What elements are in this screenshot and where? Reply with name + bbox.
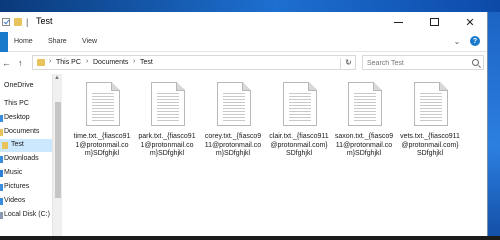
file-item[interactable]: corey.txt._{fiasco911@protonmail.com}SDf…	[203, 82, 263, 162]
breadcrumb-this-pc[interactable]: This PC	[56, 59, 81, 66]
sidebar-item-local-disk[interactable]: Local Disk (C:)	[0, 209, 52, 222]
file-item[interactable]: vets.txt._{fiasco911@protonmail.com}SDfg…	[400, 82, 460, 162]
file-name: park.txt._{fiasco911@protonmail.com}SDfg…	[138, 133, 196, 157]
tab-share[interactable]: Share	[48, 38, 67, 45]
sidebar-item-label: OneDrive	[4, 82, 34, 89]
file-item[interactable]: time.txt._{fiasco911@protonmail.com}SDfg…	[72, 82, 132, 162]
tab-view[interactable]: View	[82, 38, 97, 45]
expand-ribbon-button[interactable]: ⌄	[452, 36, 462, 46]
sidebar-item-music[interactable]: Music	[0, 167, 52, 180]
minimize-button[interactable]	[380, 12, 416, 32]
sidebar-item-label: Desktop	[4, 114, 30, 121]
desktop-background-right	[488, 12, 500, 236]
folder-icon	[2, 142, 8, 149]
videos-icon	[0, 198, 3, 205]
help-icon: ?	[472, 37, 478, 45]
sidebar-item-label: Music	[4, 169, 23, 176]
desktop-icon	[0, 115, 3, 122]
chevron-right-icon: ›	[49, 58, 52, 65]
sidebar-item-label: Local Disk (C:)	[4, 211, 50, 218]
sidebar-item-this-pc[interactable]: This PC	[0, 98, 52, 111]
arrow-up-icon: ↑	[18, 58, 23, 68]
back-button[interactable]: ←	[2, 58, 11, 68]
file-list: time.txt._{fiasco911@protonmail.com}SDfg…	[62, 74, 487, 236]
documents-icon	[0, 129, 3, 136]
folder-icon	[14, 18, 22, 26]
title-bar: | Test ✕	[0, 12, 487, 32]
file-name: saxon.txt._{fiasco911@protonmail.com}SDf…	[334, 133, 394, 157]
minimize-icon	[393, 21, 403, 23]
breadcrumb-documents[interactable]: Documents	[93, 59, 128, 66]
file-name: clair.txt._{fiasco911@protonmail.com}SDf…	[269, 133, 329, 157]
refresh-button[interactable]: ↻	[340, 58, 356, 69]
chevron-right-icon: ›	[86, 58, 89, 65]
chevron-right-icon: ›	[133, 58, 136, 65]
search-input[interactable]	[367, 58, 467, 68]
file-name: vets.txt._{fiasco911@protonmail.com}SDfg…	[400, 133, 460, 157]
file-item[interactable]: park.txt._{fiasco911@protonmail.com}SDfg…	[137, 82, 197, 162]
search-icon	[472, 59, 479, 66]
sidebar-item-label: Test	[11, 141, 24, 148]
text-file-icon	[283, 82, 317, 126]
sidebar-item-documents[interactable]: Documents	[0, 126, 52, 139]
file-name: time.txt._{fiasco911@protonmail.com}SDfg…	[73, 133, 131, 157]
text-file-icon	[414, 82, 448, 126]
sidebar-item-pictures[interactable]: Pictures	[0, 181, 52, 194]
text-file-icon	[151, 82, 185, 126]
text-file-icon	[86, 82, 120, 126]
downloads-icon	[0, 156, 3, 163]
breadcrumb-test[interactable]: Test	[140, 59, 153, 66]
sidebar-item-label: Videos	[4, 197, 26, 204]
sidebar-item-test[interactable]: Test	[0, 139, 52, 152]
window-title: Test	[36, 16, 53, 26]
checkbox-icon[interactable]	[2, 18, 10, 26]
file-item[interactable]: clair.txt._{fiasco911@protonmail.com}SDf…	[269, 82, 329, 162]
address-row: ← ↑ › This PC › Documents › Test ⌄ ↻	[0, 52, 487, 74]
file-tab[interactable]	[0, 32, 8, 52]
navigation-pane: OneDrive This PC Desktop Documents Test …	[0, 74, 62, 236]
close-button[interactable]: ✕	[452, 12, 487, 32]
file-explorer-window: | Test ✕ Home Share View ⌄ ? ← ↑ › This …	[0, 12, 488, 236]
sidebar-item-label: Downloads	[4, 155, 39, 162]
file-item[interactable]: saxon.txt._{fiasco911@protonmail.com}SDf…	[334, 82, 394, 162]
refresh-icon: ↻	[345, 58, 352, 67]
separator-icon: |	[26, 17, 29, 27]
nav-scrollbar[interactable]: ▲	[52, 74, 62, 236]
up-button[interactable]: ↑	[18, 58, 23, 68]
address-bar[interactable]: › This PC › Documents › Test ⌄	[32, 55, 356, 70]
chevron-down-icon: ⌄	[453, 36, 461, 46]
tab-home[interactable]: Home	[14, 38, 33, 45]
search-box[interactable]	[362, 55, 484, 70]
maximize-icon	[429, 18, 439, 26]
text-file-icon	[348, 82, 382, 126]
sidebar-item-downloads[interactable]: Downloads	[0, 153, 52, 166]
sidebar-item-label: Pictures	[4, 183, 30, 190]
sidebar-item-videos[interactable]: Videos	[0, 195, 52, 208]
sidebar-item-desktop[interactable]: Desktop	[0, 112, 52, 125]
pictures-icon	[0, 184, 3, 191]
folder-icon	[37, 59, 45, 66]
sidebar-item-onedrive[interactable]: OneDrive	[0, 80, 52, 93]
music-icon	[0, 170, 3, 177]
scroll-up-icon[interactable]: ▲	[54, 75, 60, 81]
sidebar-item-label: Documents	[4, 128, 40, 135]
arrow-left-icon: ←	[2, 58, 11, 68]
drive-icon	[0, 212, 3, 219]
desktop-background-top	[0, 0, 500, 12]
help-button[interactable]: ?	[470, 36, 480, 46]
file-name: corey.txt._{fiasco911@protonmail.com}SDf…	[204, 133, 262, 157]
ribbon-tabs: Home Share View ⌄ ?	[0, 32, 487, 52]
maximize-button[interactable]	[416, 12, 452, 32]
scrollbar-thumb[interactable]	[55, 102, 61, 198]
text-file-icon	[217, 82, 251, 126]
sidebar-item-label: This PC	[4, 100, 29, 107]
close-icon: ✕	[465, 16, 475, 29]
